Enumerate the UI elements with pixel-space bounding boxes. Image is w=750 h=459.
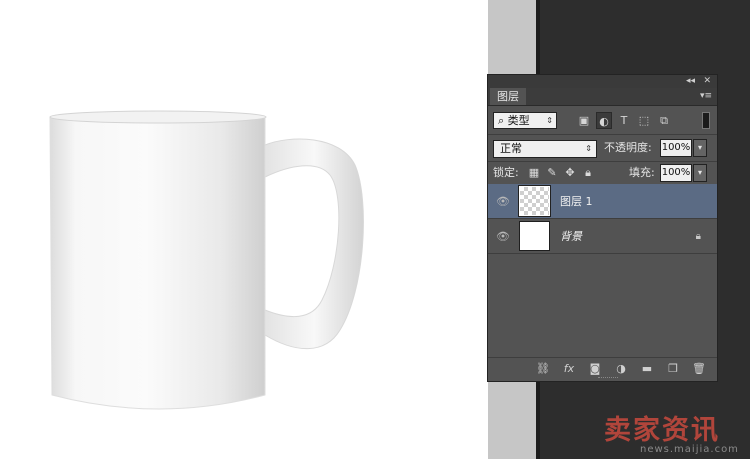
tab-layers[interactable]: 图层 — [490, 88, 526, 105]
fill-label: 填充: — [629, 166, 655, 179]
filter-kind-select[interactable]: ⌕ 类型 ⇕ — [493, 112, 557, 129]
layers-list: 👁︎ 图层 1 👁︎ 背景 🔒︎ — [488, 184, 717, 356]
smart-object-filter-icon[interactable]: ⧉ — [656, 112, 672, 129]
filter-toggle-switch[interactable] — [702, 112, 710, 129]
trash-icon[interactable]: 🗑︎ — [690, 360, 708, 378]
blend-mode-value: 正常 — [500, 142, 522, 155]
mug-image — [49, 110, 364, 410]
layers-panel: ◂◂ ✕ 图层 ▾≡ ⌕ 类型 ⇕ ▣ ◐ T ⬚ ⧉ 正常 ⇕ 不透明度: 1… — [487, 74, 718, 382]
blend-row: 正常 ⇕ 不透明度: 100% ▾ — [488, 135, 717, 161]
fill-input[interactable]: 100% — [660, 164, 692, 182]
adjustment-icon[interactable]: ◑ — [612, 360, 630, 378]
resize-grip[interactable] — [598, 377, 618, 380]
watermark-logo: 卖家资讯 — [604, 415, 720, 446]
layer-thumbnail — [519, 221, 550, 251]
link-icon[interactable]: ⛓ — [534, 360, 552, 378]
lock-position-icon[interactable]: ✥ — [562, 164, 578, 182]
layer-row[interactable]: 👁︎ 图层 1 — [488, 184, 717, 219]
layers-bottom-toolbar: ⛓ fx ◙ ◑ ▬ ❐ 🗑︎ — [488, 357, 717, 381]
filter-kind-label: 类型 — [507, 114, 530, 127]
folder-icon[interactable]: ▬ — [638, 360, 656, 378]
blend-mode-select[interactable]: 正常 ⇕ — [493, 140, 597, 158]
opacity-label: 不透明度: — [604, 141, 652, 154]
fx-icon[interactable]: fx — [560, 360, 578, 378]
opacity-input[interactable]: 100% — [660, 139, 692, 157]
watermark-url: news.maijia.com — [640, 444, 739, 455]
collapse-icon[interactable]: ◂◂ — [686, 75, 695, 88]
panel-menu-icon[interactable]: ▾≡ — [700, 89, 712, 104]
type-filter-icon[interactable]: T — [616, 112, 632, 129]
opacity-dropdown-button[interactable]: ▾ — [693, 139, 707, 157]
panel-tabs: 图层 ▾≡ — [488, 88, 717, 106]
visibility-eye-icon[interactable]: 👁︎ — [496, 219, 510, 254]
layer-name[interactable]: 背景 — [560, 219, 582, 254]
mask-icon[interactable]: ◙ — [586, 360, 604, 378]
lock-label: 锁定: — [493, 166, 519, 179]
document-canvas[interactable] — [0, 0, 488, 459]
layer-name[interactable]: 图层 1 — [560, 184, 593, 219]
visibility-eye-icon[interactable]: 👁︎ — [496, 184, 510, 219]
image-filter-icon[interactable]: ▣ — [576, 112, 592, 129]
chevron-updown-icon: ⇕ — [546, 116, 553, 125]
adjustment-filter-icon[interactable]: ◐ — [596, 112, 612, 129]
lock-image-pixels-icon[interactable]: ✎ — [544, 164, 560, 182]
layer-row[interactable]: 👁︎ 背景 🔒︎ — [488, 219, 717, 254]
shape-filter-icon[interactable]: ⬚ — [636, 112, 652, 129]
layer-lock-icon: 🔒︎ — [695, 231, 701, 242]
lock-all-icon[interactable]: 🔒︎ — [580, 164, 596, 182]
layer-thumbnail — [518, 185, 551, 217]
lock-row: 锁定: ▦ ✎ ✥ 🔒︎ 填充: 100% ▾ — [488, 162, 717, 184]
search-icon: ⌕ — [498, 114, 505, 127]
filter-row: ⌕ 类型 ⇕ ▣ ◐ T ⬚ ⧉ — [488, 106, 717, 134]
fill-dropdown-button[interactable]: ▾ — [693, 164, 707, 182]
lock-transparent-pixels-icon[interactable]: ▦ — [526, 164, 542, 182]
close-icon[interactable]: ✕ — [703, 75, 711, 88]
panel-titlebar[interactable]: ◂◂ ✕ — [488, 75, 717, 88]
chevron-updown-icon: ⇕ — [585, 144, 592, 153]
new-layer-icon[interactable]: ❐ — [664, 360, 682, 378]
